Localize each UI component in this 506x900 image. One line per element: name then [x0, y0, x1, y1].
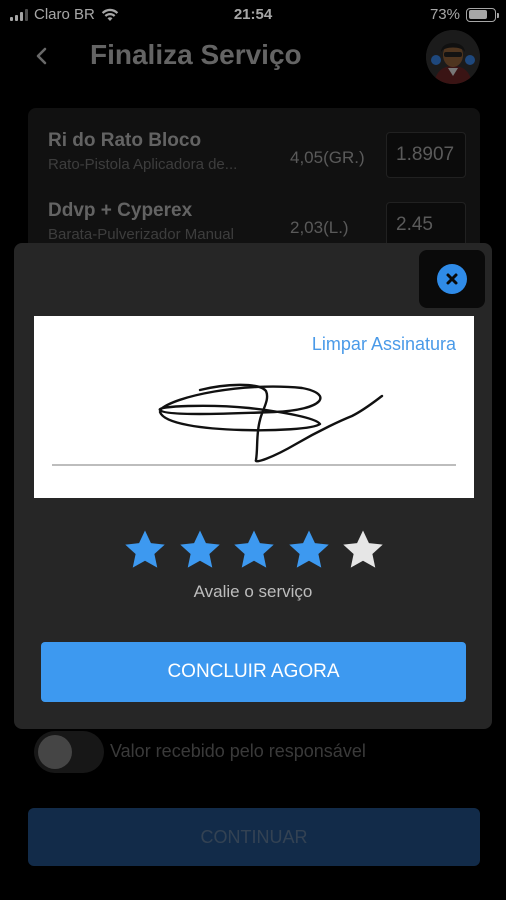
- rating-label: Avalie o serviço: [193, 582, 313, 601]
- star-icon[interactable]: [286, 527, 332, 573]
- star-icon[interactable]: [177, 527, 223, 573]
- star-icon[interactable]: [340, 527, 386, 573]
- signature-modal: Limpar Assinatura Avalie o serviço CONCL…: [14, 243, 492, 729]
- close-circle-icon: [437, 264, 467, 294]
- rating-stars[interactable]: [122, 527, 386, 573]
- close-button[interactable]: [419, 250, 485, 308]
- conclude-button[interactable]: CONCLUIR AGORA: [41, 642, 466, 702]
- clear-signature-button[interactable]: Limpar Assinatura: [312, 334, 456, 355]
- star-icon[interactable]: [231, 527, 277, 573]
- signature-pad[interactable]: Limpar Assinatura: [34, 316, 474, 498]
- signature-baseline: [52, 464, 456, 466]
- star-icon[interactable]: [122, 527, 168, 573]
